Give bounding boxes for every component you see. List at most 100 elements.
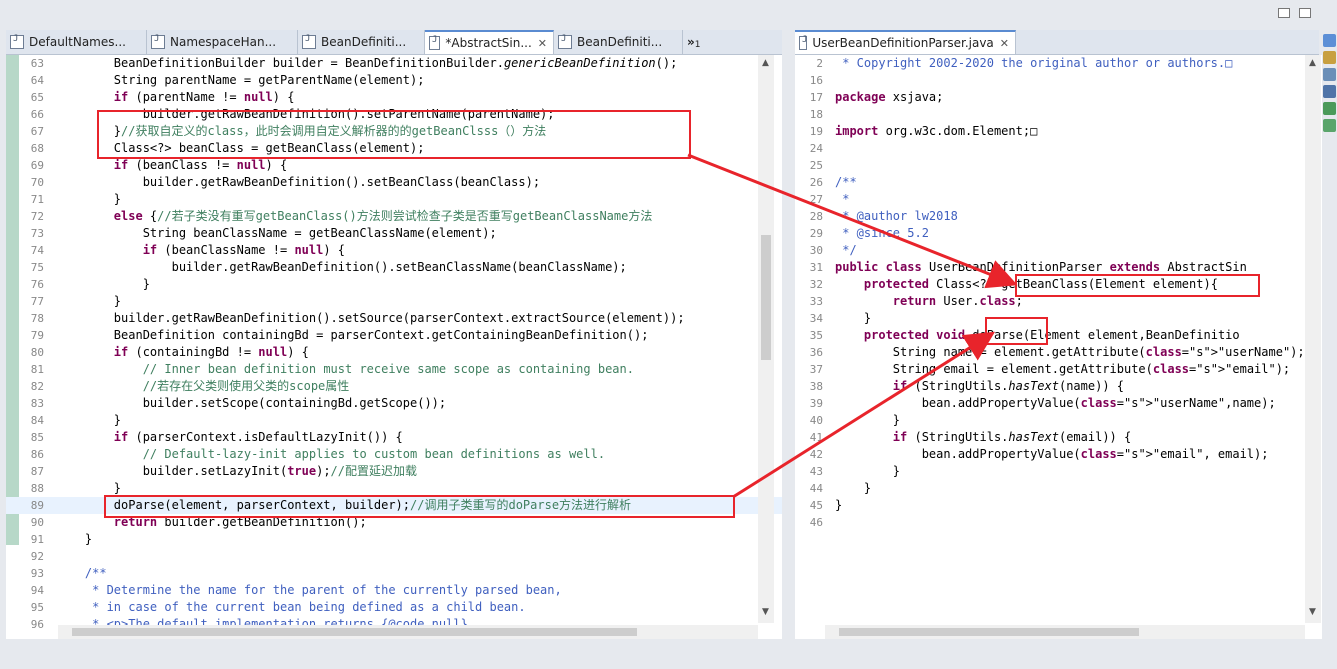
code-line[interactable]: 79 BeanDefinition containingBd = parserC…	[6, 327, 782, 344]
scroll-down-icon[interactable]: ▼	[762, 607, 769, 617]
task-list-icon[interactable]	[1323, 34, 1336, 47]
code-line[interactable]: 83 builder.setScope(containingBd.getScop…	[6, 395, 782, 412]
line-number: 93	[30, 567, 44, 580]
code-line[interactable]: 27 *	[795, 191, 1322, 208]
code-line[interactable]: 84 }	[6, 412, 782, 429]
tab-user-bean-parser[interactable]: UserBeanDefinitionParser.java ✕	[795, 30, 1016, 54]
code-line[interactable]: 76 }	[6, 276, 782, 293]
code-line[interactable]: 17 package xsjava;	[795, 89, 1322, 106]
code-text: builder.getRawBeanDefinition().setBeanCl…	[56, 175, 541, 189]
code-line[interactable]: 94 * Determine the name for the parent o…	[6, 582, 782, 599]
outline-icon[interactable]	[1323, 51, 1336, 64]
java-file-icon	[429, 35, 441, 50]
code-line[interactable]: 29 * @since 5.2	[795, 225, 1322, 242]
code-line[interactable]: 24	[795, 140, 1322, 157]
code-line[interactable]: 28 * @author lw2018	[795, 208, 1322, 225]
code-line[interactable]: 35 protected void doParse(Element elemen…	[795, 327, 1322, 344]
code-line[interactable]: 41 if (StringUtils.hasText(email)) {	[795, 429, 1322, 446]
horizontal-scrollbar-right[interactable]	[825, 625, 1305, 639]
code-line[interactable]: 64 String parentName = getParentName(ele…	[6, 72, 782, 89]
code-line[interactable]: 19 import org.w3c.dom.Element;□	[795, 123, 1322, 140]
code-line[interactable]: 40 }	[795, 412, 1322, 429]
tools-icon[interactable]	[1323, 68, 1336, 81]
code-line[interactable]: 16	[795, 72, 1322, 89]
code-line[interactable]: 77 }	[6, 293, 782, 310]
git-icon[interactable]	[1323, 119, 1336, 132]
code-line[interactable]: 37 String email = element.getAttribute(c…	[795, 361, 1322, 378]
line-number: 35	[809, 329, 823, 342]
code-text: }	[56, 294, 122, 308]
hscroll-thumb[interactable]	[839, 628, 1139, 636]
line-number: 71	[30, 193, 44, 206]
horizontal-scrollbar[interactable]	[58, 625, 758, 639]
tab-bean-definition-1[interactable]: BeanDefiniti...	[298, 30, 425, 54]
vertical-scrollbar-right[interactable]: ▲ ▼	[1305, 55, 1321, 623]
line-number: 87	[30, 465, 44, 478]
tab-abstract-single[interactable]: *AbstractSin... ✕	[425, 30, 554, 54]
hscroll-thumb[interactable]	[72, 628, 637, 636]
vertical-scrollbar[interactable]: ▲ ▼	[758, 55, 774, 623]
code-line[interactable]: 43 }	[795, 463, 1322, 480]
line-number: 63	[30, 57, 44, 70]
scroll-down-icon[interactable]: ▼	[1309, 607, 1316, 617]
maximize-button[interactable]	[1299, 8, 1311, 18]
code-text: builder.setLazyInit(true);//配置延迟加载	[56, 464, 417, 478]
code-text: String name = element.getAttribute(class…	[835, 345, 1305, 359]
scroll-up-icon[interactable]: ▲	[762, 58, 769, 68]
code-line[interactable]: 69 if (beanClass != null) {	[6, 157, 782, 174]
right-code-editor[interactable]: 2 * Copyright 2002-2020 the original aut…	[795, 55, 1322, 639]
code-line[interactable]: 78 builder.getRawBeanDefinition().setSou…	[6, 310, 782, 327]
code-line[interactable]: 25	[795, 157, 1322, 174]
line-number: 2	[816, 57, 823, 70]
code-line[interactable]: 36 String name = element.getAttribute(cl…	[795, 344, 1322, 361]
tab-overflow-button[interactable]: » 1	[683, 30, 713, 54]
code-line[interactable]: 44 }	[795, 480, 1322, 497]
code-line[interactable]: 65 if (parentName != null) {	[6, 89, 782, 106]
code-line[interactable]: 86 // Default-lazy-init applies to custo…	[6, 446, 782, 463]
tab-bean-definition-2[interactable]: BeanDefiniti...	[554, 30, 683, 54]
code-line[interactable]: 63 BeanDefinitionBuilder builder = BeanD…	[6, 55, 782, 72]
code-line[interactable]: 80 if (containingBd != null) {	[6, 344, 782, 361]
code-line[interactable]: 42 bean.addPropertyValue(class="s">"emai…	[795, 446, 1322, 463]
code-line[interactable]: 85 if (parserContext.isDefaultLazyInit()…	[6, 429, 782, 446]
code-text: package xsjava;	[835, 90, 944, 104]
code-line[interactable]: 26 /**	[795, 174, 1322, 191]
code-line[interactable]: 45}	[795, 497, 1322, 514]
close-icon[interactable]: ✕	[538, 37, 547, 50]
line-number: 75	[30, 261, 44, 274]
code-line[interactable]: 87 builder.setLazyInit(true);//配置延迟加载	[6, 463, 782, 480]
right-tab-bar: UserBeanDefinitionParser.java ✕	[795, 30, 1319, 55]
tab-default-namespace[interactable]: DefaultNames...	[6, 30, 147, 54]
code-line[interactable]: 91 }	[6, 531, 782, 548]
scrollbar-thumb[interactable]	[761, 235, 771, 360]
code-line[interactable]: 34 }	[795, 310, 1322, 327]
code-line[interactable]: 74 if (beanClassName != null) {	[6, 242, 782, 259]
code-line[interactable]: 46	[795, 514, 1322, 531]
code-line[interactable]: 72 else {//若子类没有重写getBeanClass()方法则尝试检查子…	[6, 208, 782, 225]
tab-namespace-handler[interactable]: NamespaceHan...	[147, 30, 298, 54]
code-line[interactable]: 82 //若存在父类则使用父类的scope属性	[6, 378, 782, 395]
code-line[interactable]: 30 */	[795, 242, 1322, 259]
code-line[interactable]: 73 String beanClassName = getBeanClassNa…	[6, 225, 782, 242]
code-line[interactable]: 18	[795, 106, 1322, 123]
code-line[interactable]: 92	[6, 548, 782, 565]
line-number: 85	[30, 431, 44, 444]
console-icon[interactable]	[1323, 85, 1336, 98]
code-line[interactable]: 39 bean.addPropertyValue(class="s">"user…	[795, 395, 1322, 412]
scroll-up-icon[interactable]: ▲	[1309, 58, 1316, 68]
close-icon[interactable]: ✕	[1000, 37, 1009, 50]
hierarchy-icon[interactable]	[1323, 102, 1336, 115]
code-text: }	[56, 192, 122, 206]
line-number: 89	[30, 499, 44, 512]
code-line[interactable]: 70 builder.getRawBeanDefinition().setBea…	[6, 174, 782, 191]
code-line[interactable]: 81 // Inner bean definition must receive…	[6, 361, 782, 378]
line-number: 74	[30, 244, 44, 257]
code-line[interactable]: 75 builder.getRawBeanDefinition().setBea…	[6, 259, 782, 276]
line-number: 30	[809, 244, 823, 257]
code-line[interactable]: 95 * in case of the current bean being d…	[6, 599, 782, 616]
code-line[interactable]: 93 /**	[6, 565, 782, 582]
code-line[interactable]: 38 if (StringUtils.hasText(name)) {	[795, 378, 1322, 395]
code-line[interactable]: 71 }	[6, 191, 782, 208]
minimize-button[interactable]	[1278, 8, 1290, 18]
code-line[interactable]: 2 * Copyright 2002-2020 the original aut…	[795, 55, 1322, 72]
